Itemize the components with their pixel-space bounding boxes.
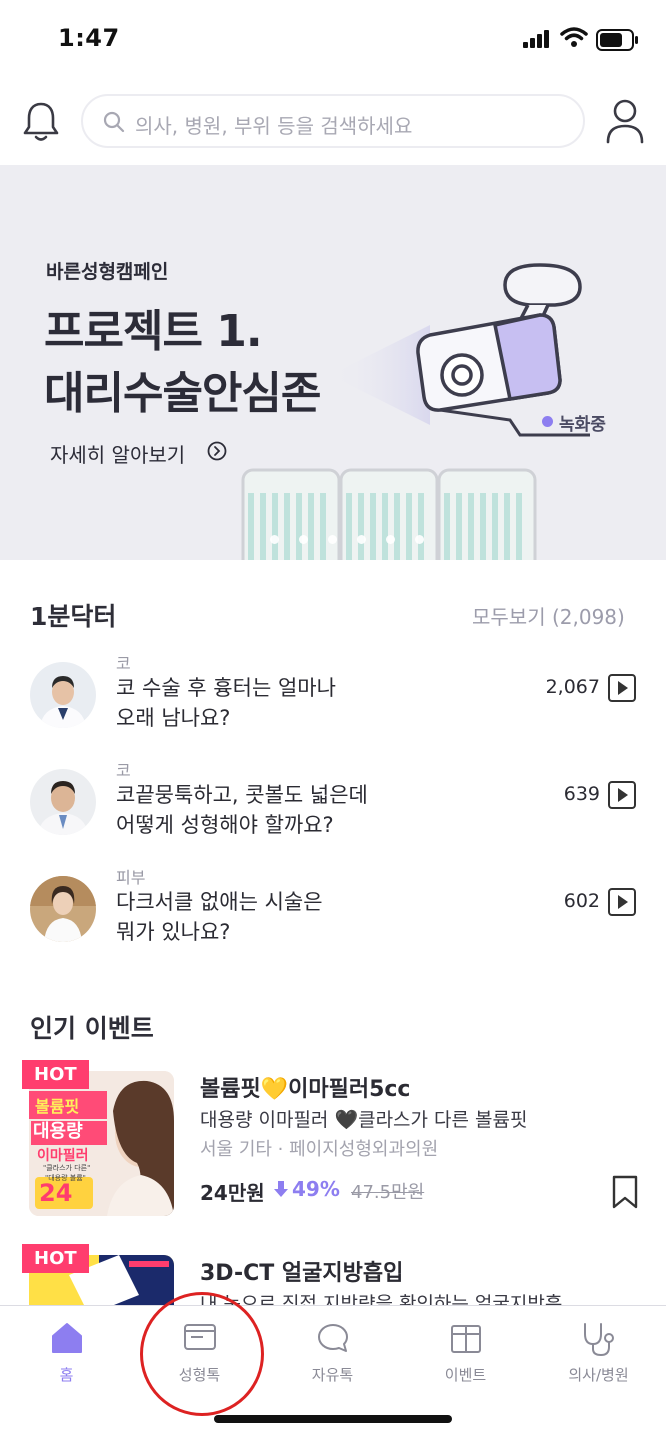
doctor-avatar	[30, 662, 96, 728]
event-name: 3D-CT 얼굴지방흡입	[200, 1261, 404, 1286]
event-item[interactable]: 볼륨핏 대용량 이마필러 "클라스가 다른" "대용량 볼륨" 24 HOT 볼…	[0, 1060, 666, 1221]
recording-dot	[542, 416, 553, 427]
banner-more-link[interactable]: 자세히 알아보기	[50, 439, 185, 468]
bookmark-icon[interactable]	[612, 1175, 638, 1209]
event-desc: 대용량 이마필러 🖤클라스가 다른 볼륨핏	[200, 1109, 528, 1131]
tab-home[interactable]: 홈	[0, 1306, 133, 1396]
video-category: 코	[116, 654, 131, 673]
campaign-label: 바른성형캠페인	[46, 261, 169, 283]
home-indicator	[214, 1415, 452, 1423]
chevron-right-circle-icon	[207, 441, 227, 461]
search-input[interactable]: 의사, 병원, 부위 등을 검색하세요	[81, 94, 585, 148]
recording-label: 녹화중	[559, 415, 606, 435]
view-count: 2,067	[545, 676, 600, 698]
stethoscope-icon	[583, 1323, 614, 1357]
event-location: 서울 기타 · 페이지성형외과의원	[200, 1139, 439, 1160]
view-count: 602	[563, 890, 600, 912]
doctor-video-item[interactable]: 피부 다크서클 없애는 시술은 뭐가 있나요? 602	[0, 864, 666, 964]
play-icon[interactable]	[608, 674, 636, 702]
promo-banner[interactable]: 바른성형캠페인 프로젝트 1. 대리수술안심존 자세히 알아보기 녹화중	[0, 165, 666, 560]
search-placeholder: 의사, 병원, 부위 등을 검색하세요	[135, 114, 413, 138]
play-icon[interactable]	[608, 781, 636, 809]
battery-icon	[596, 29, 638, 51]
video-question: 코끝뭉툭하고, 콧볼도 넓은데	[116, 783, 368, 807]
red-highlight-annotation	[140, 1292, 264, 1416]
thumb-text-3: 이마필러	[37, 1148, 89, 1164]
gift-icon	[450, 1325, 481, 1353]
hot-badge: HOT	[22, 1244, 89, 1273]
thumb-text-2: 대용량	[33, 1121, 83, 1142]
home-icon	[51, 1323, 82, 1353]
event-thumbnail: 볼륨핏 대용량 이마필러 "클라스가 다른" "대용량 볼륨" 24	[29, 1071, 174, 1216]
video-question-cont: 뭐가 있나요?	[116, 920, 231, 944]
tab-label: 이벤트	[444, 1366, 487, 1384]
tab-label: 홈	[59, 1366, 74, 1384]
status-bar: 1:47	[0, 0, 666, 80]
wifi-icon	[560, 27, 588, 47]
doctor-see-all-link[interactable]: 모두보기 (2,098)	[472, 601, 625, 630]
video-question-cont: 어떻게 성형해야 할까요?	[116, 813, 334, 837]
top-header: 의사, 병원, 부위 등을 검색하세요	[0, 90, 666, 154]
event-name: 볼륨핏💛이마필러5cc	[200, 1077, 411, 1102]
carousel-indicator	[270, 529, 444, 548]
tab-event[interactable]: 이벤트	[399, 1306, 532, 1396]
video-question: 코 수술 후 흉터는 얼마나	[116, 676, 336, 700]
tab-label: 의사/병원	[568, 1366, 629, 1384]
thumb-text-4: "클라스가 다른"	[43, 1164, 91, 1172]
tab-label: 자유톡	[311, 1366, 354, 1384]
doctor-video-item[interactable]: 코 코끝뭉툭하고, 콧볼도 넓은데 어떻게 성형해야 할까요? 639	[0, 757, 666, 857]
doctor-video-item[interactable]: 코 코 수술 후 흉터는 얼마나 오래 남나요? 2,067	[0, 650, 666, 750]
thumb-text-6: 24	[39, 1179, 73, 1207]
event-original-price: 47.5만원	[351, 1182, 425, 1203]
search-icon	[103, 111, 125, 133]
arrow-down-icon	[274, 1181, 288, 1197]
status-time: 1:47	[58, 24, 120, 52]
doctor-avatar	[30, 876, 96, 942]
view-count: 639	[563, 783, 600, 805]
banner-title-line2: 대리수술안심존	[44, 368, 321, 419]
banner-title-line1: 프로젝트 1.	[44, 306, 263, 357]
profile-icon[interactable]	[604, 98, 646, 144]
bell-icon[interactable]	[22, 100, 60, 144]
tab-free-talk[interactable]: 자유톡	[266, 1306, 399, 1396]
signal-icon	[523, 30, 549, 48]
tab-doctor-hospital[interactable]: 의사/병원	[532, 1306, 665, 1396]
thumb-text-1: 볼륨핏	[35, 1097, 80, 1116]
doctor-section-title: 1분닥터	[30, 602, 117, 631]
video-question-cont: 오래 남나요?	[116, 706, 231, 730]
event-discount: 49%	[292, 1177, 340, 1201]
event-section-title: 인기 이벤트	[30, 1014, 154, 1043]
hot-badge: HOT	[22, 1060, 89, 1089]
event-price: 24만원	[200, 1181, 265, 1205]
video-category: 코	[116, 761, 131, 780]
chat-icon	[317, 1324, 348, 1352]
video-category: 피부	[116, 868, 146, 887]
doctor-avatar	[30, 769, 96, 835]
play-icon[interactable]	[608, 888, 636, 916]
video-question: 다크서클 없애는 시술은	[116, 890, 323, 914]
